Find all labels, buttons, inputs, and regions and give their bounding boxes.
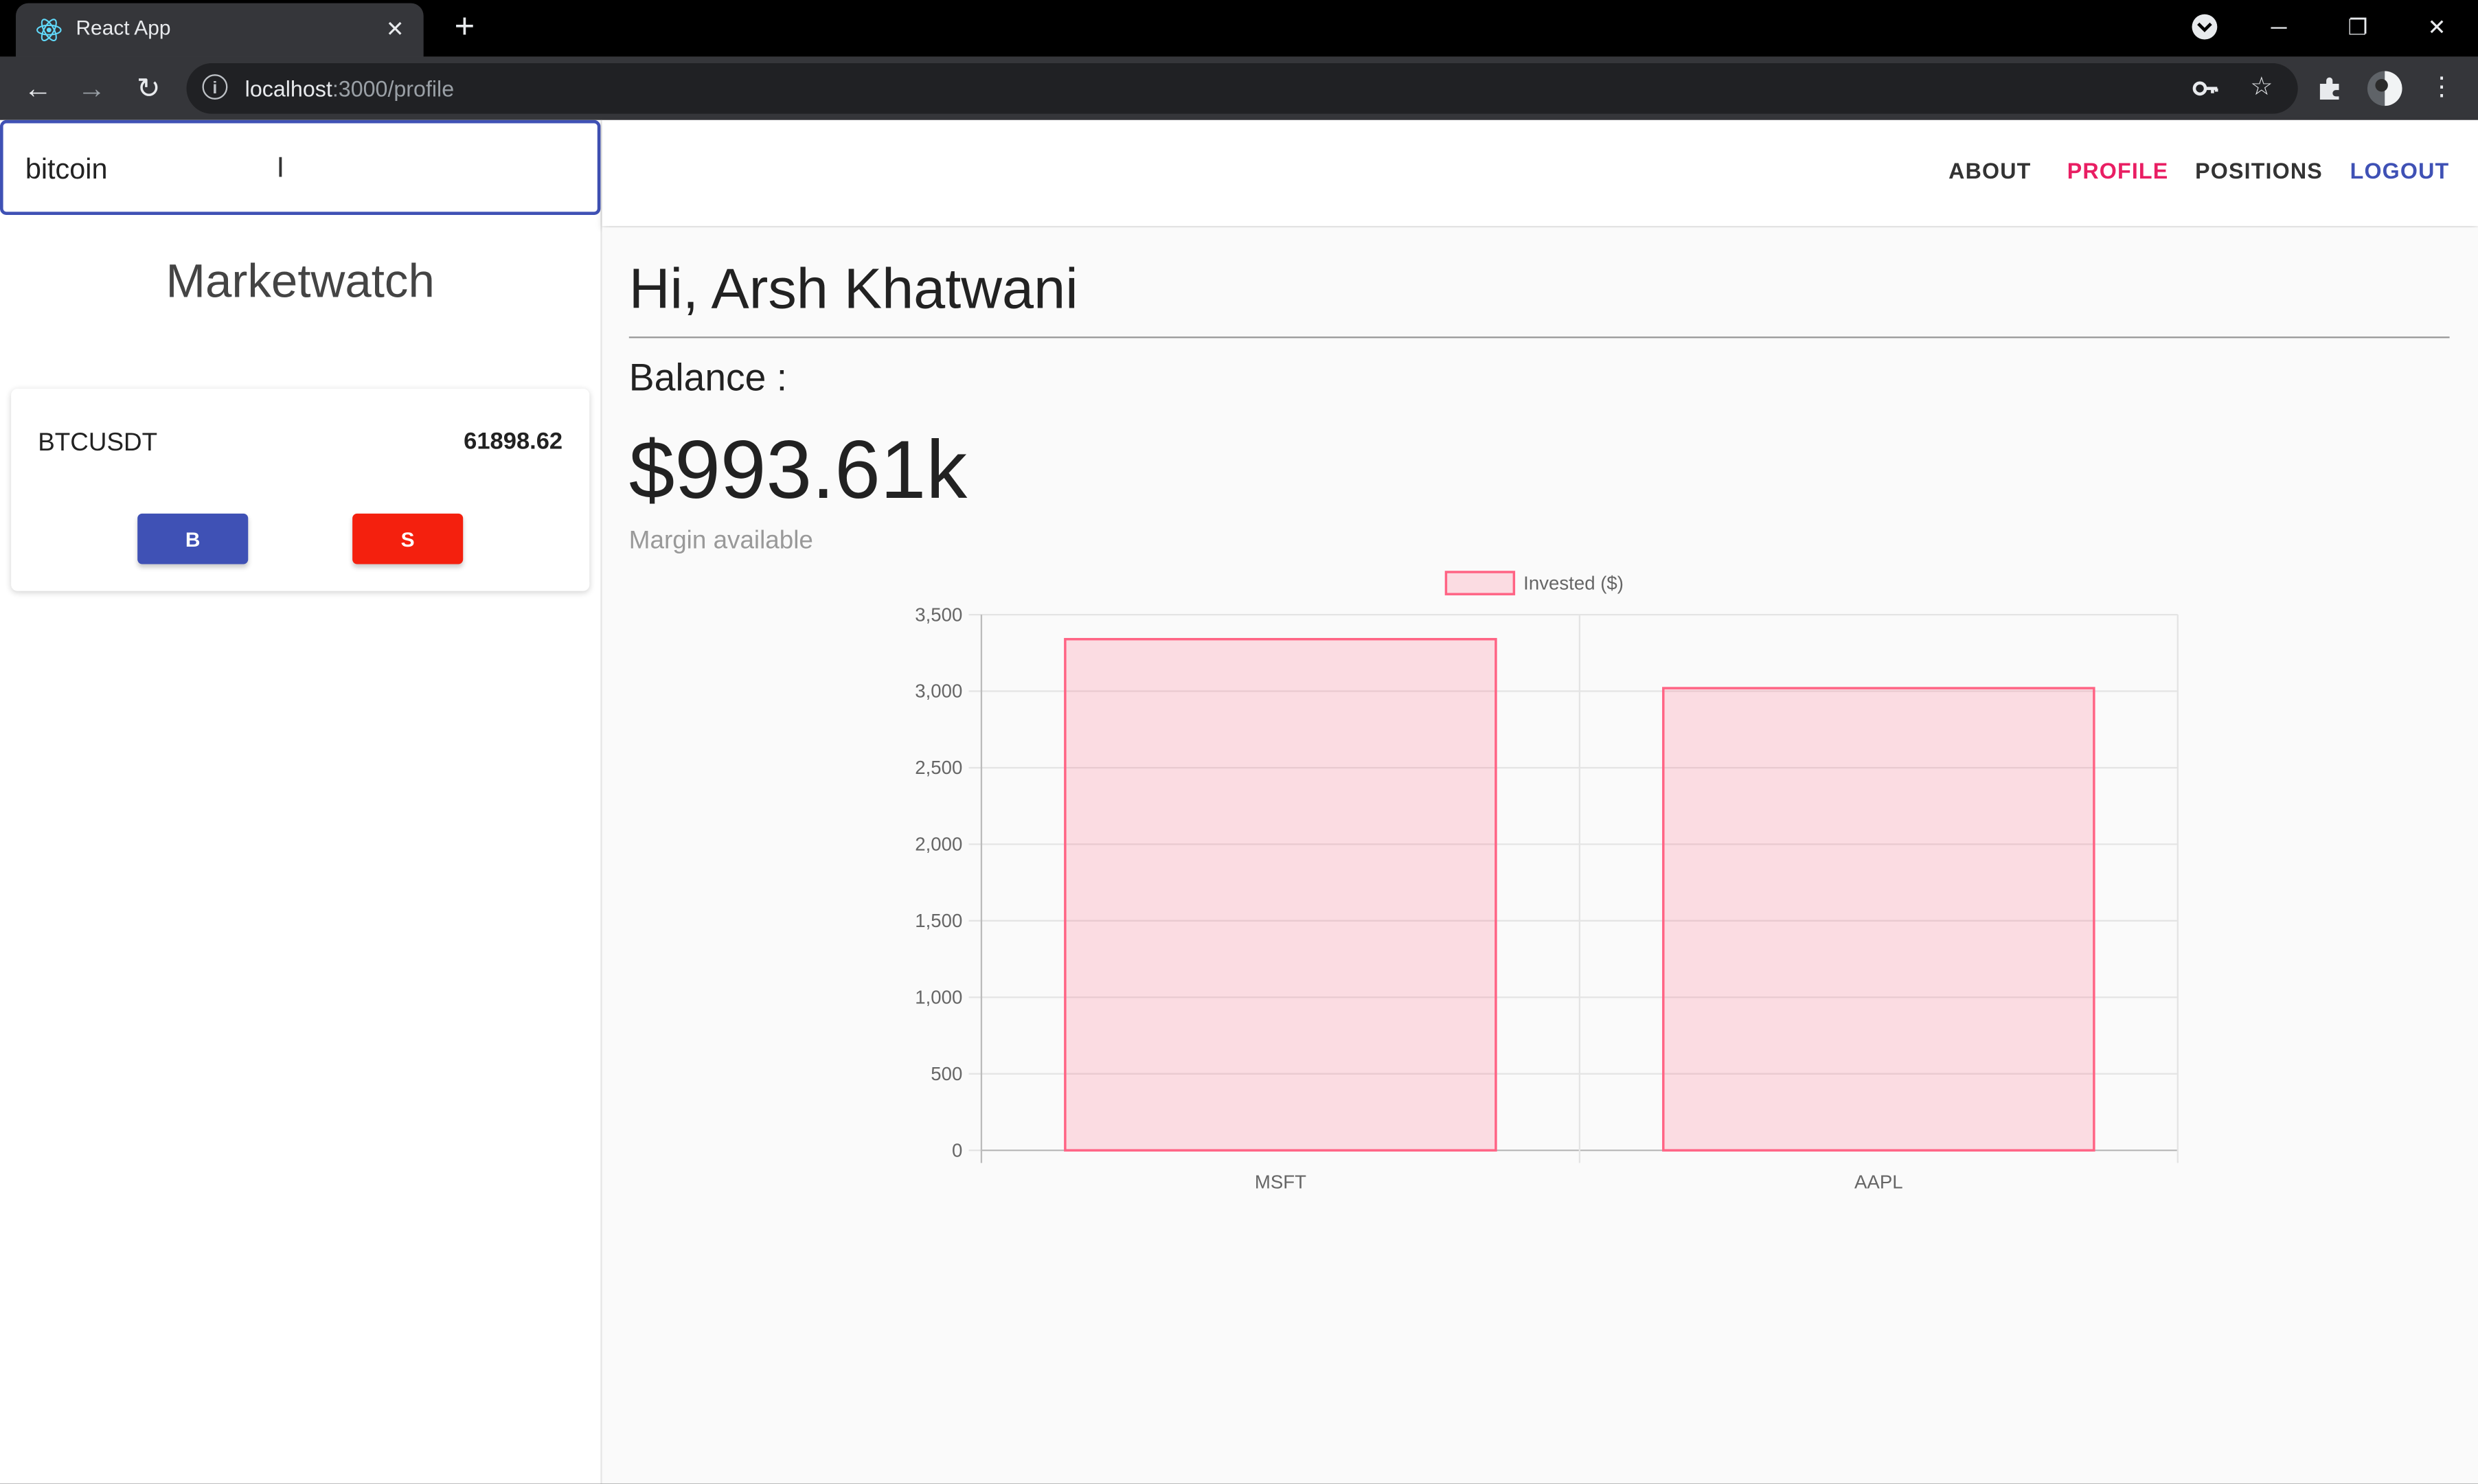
minimize-icon[interactable]: ─: [2247, 5, 2310, 49]
x-tick-label: MSFT: [1255, 1171, 1306, 1192]
extensions-icon[interactable]: [2310, 69, 2348, 107]
nav-logout[interactable]: LOGOUT: [2350, 158, 2450, 183]
legend-label: Invested ($): [1523, 572, 1624, 593]
margin-label: Margin available: [628, 527, 813, 555]
y-tick-label: 3,000: [915, 681, 962, 702]
buy-button[interactable]: B: [137, 513, 249, 564]
reload-icon[interactable]: ↻: [130, 69, 168, 107]
watchlist-item: BTCUSDT 61898.62 B S: [11, 389, 590, 591]
balance-label: Balance :: [628, 357, 788, 400]
star-icon[interactable]: ☆: [2242, 69, 2280, 107]
top-navbar: ABOUT PROFILE POSITIONS LOGOUT: [602, 119, 2478, 227]
y-tick-label: 2,000: [915, 834, 962, 855]
address-bar[interactable]: i localhost:3000/profile: [186, 63, 2298, 114]
tab-title: React App: [76, 16, 171, 40]
screen: React App ✕ + ─ ❐ ✕ ← → ↻ i localhost:30…: [0, 0, 2478, 1484]
nav-about[interactable]: ABOUT: [1948, 158, 2031, 183]
forward-icon[interactable]: →: [73, 69, 111, 107]
nav-positions[interactable]: POSITIONS: [2195, 158, 2323, 183]
y-tick-label: 0: [952, 1139, 962, 1161]
bar: [1662, 687, 2095, 1152]
url-path: :3000/profile: [332, 76, 455, 102]
avatar[interactable]: [2366, 69, 2404, 107]
balance-value: $993.61k: [628, 424, 968, 517]
legend-swatch: [1444, 571, 1516, 595]
bar: [1064, 638, 1497, 1152]
react-logo-icon: [36, 19, 62, 42]
new-tab-icon[interactable]: +: [446, 7, 484, 46]
key-icon[interactable]: [2187, 69, 2225, 107]
price: 61898.62: [464, 428, 563, 455]
y-tick-label: 2,500: [915, 757, 962, 778]
browser-tab[interactable]: React App ✕: [16, 3, 424, 57]
search-field[interactable]: I: [0, 119, 601, 215]
close-tab-icon[interactable]: ✕: [379, 12, 411, 44]
url-text: localhost:3000/profile: [245, 76, 454, 101]
y-tick-label: 500: [931, 1063, 962, 1084]
symbol: BTCUSDT: [38, 429, 158, 457]
profile-main: Hi, Arsh Khatwani Balance : $993.61k Mar…: [602, 227, 2478, 1484]
browser-toolbar: ← → ↻ i localhost:3000/profile ☆ ⋮: [0, 56, 2478, 120]
y-tick-label: 1,000: [915, 986, 962, 1007]
browser-tabbar: React App ✕ + ─ ❐ ✕: [0, 0, 2478, 57]
divider: [628, 336, 2450, 339]
search-input[interactable]: [22, 145, 503, 193]
invested-bar-chart: 0 500 1,000 1,500 2,000 2,500 3,000 3,500 MSFT AA…: [915, 571, 2179, 1192]
x-tick-label: AAPL: [1854, 1171, 1903, 1192]
tab-search-icon[interactable]: [2173, 5, 2236, 49]
url-host: localhost: [245, 76, 332, 102]
restore-icon[interactable]: ❐: [2326, 5, 2389, 49]
app: I Marketwatch BTCUSDT 61898.62 B S ABOUT…: [0, 119, 2478, 1484]
kebab-menu-icon[interactable]: ⋮: [2422, 69, 2460, 107]
sell-button[interactable]: S: [352, 513, 464, 564]
page-title: Hi, Arsh Khatwani: [628, 255, 1078, 321]
site-info-icon[interactable]: i: [202, 74, 228, 100]
close-window-icon[interactable]: ✕: [2405, 5, 2468, 49]
text-cursor-icon: I: [276, 151, 285, 183]
nav-profile[interactable]: PROFILE: [2067, 158, 2169, 183]
watchlist-panel: I Marketwatch BTCUSDT 61898.62 B S: [0, 119, 602, 1484]
y-tick-label: 1,500: [915, 910, 962, 931]
back-icon[interactable]: ←: [19, 69, 57, 107]
marketwatch-title: Marketwatch: [166, 255, 435, 308]
y-tick-label: 3,500: [915, 604, 962, 625]
